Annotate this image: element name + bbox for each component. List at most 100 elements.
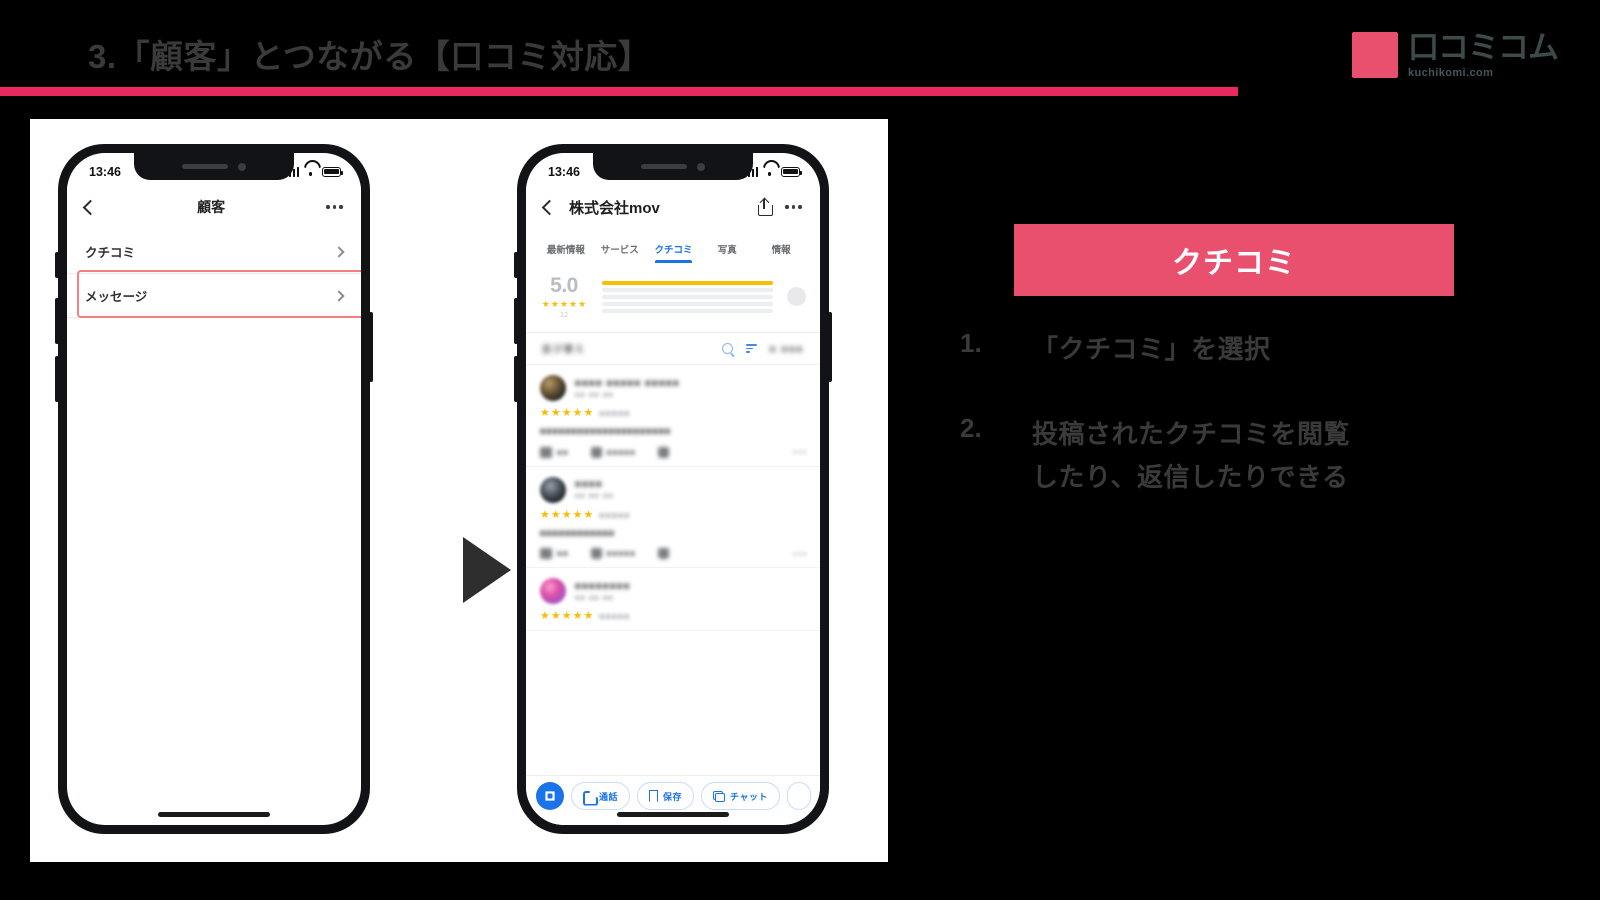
review-action-helpful[interactable]: ■■■■■ [590, 446, 636, 458]
phone-icon [583, 791, 594, 802]
status-time: 13:46 [548, 164, 580, 179]
avatar [540, 578, 566, 605]
reviewer-meta: ■■ ■■ ■■ [575, 493, 614, 501]
slide-root: 3.「顧客」とつながる【口コミ対応】 口コミコム kuchikomi.com 1… [0, 0, 1600, 900]
list-item-reviews[interactable]: クチコミ [67, 230, 361, 274]
review-action-reply[interactable]: ■■ [540, 446, 569, 458]
share-small-icon [657, 446, 669, 458]
step-text: 投稿されたクチコミを閲覧 したり、返信したりできる [1032, 418, 1351, 492]
review-date: ■■■■■ [599, 409, 631, 418]
nav-bar-left: 顧客 [67, 184, 361, 230]
tab-bar: 最新情報 サービス クチコミ 写真 情報 [526, 230, 820, 263]
review-body: ■■■■■■■■■■■■ [540, 527, 615, 538]
sort-value[interactable]: ■ ■■■ [770, 344, 804, 354]
list-item-messages[interactable]: メッセージ [67, 274, 361, 318]
nav-title: 顧客 [197, 199, 226, 215]
status-time: 13:46 [89, 164, 121, 179]
volume-up-button [514, 298, 518, 344]
review-stars-icon: ★ ★ ★ ★ ★ [540, 610, 594, 623]
back-chevron-icon[interactable] [541, 199, 558, 215]
review-action-reply[interactable]: ■■ [540, 548, 569, 560]
phone-mockup-right: 13:46 株式会社mov 最新情報 サービス クチコミ 写真 情報 5.0 ★… [514, 144, 832, 834]
section-banner: クチコミ [1014, 224, 1454, 296]
review-more-icon[interactable] [793, 450, 806, 454]
review-action-share[interactable] [657, 548, 669, 560]
chevron-right-icon [333, 289, 345, 302]
rating-distribution-chart [602, 280, 773, 313]
battery-icon [322, 166, 344, 177]
list-item-label: メッセージ [85, 290, 148, 304]
tab-photos[interactable]: 写真 [700, 242, 754, 263]
save-button[interactable]: 保存 [637, 782, 695, 810]
home-indicator [158, 812, 270, 817]
write-review-icon[interactable] [787, 287, 806, 306]
review-stars-icon: ★ ★ ★ ★ ★ [540, 508, 594, 521]
volume-up-button [55, 298, 59, 344]
share-small-icon [657, 548, 669, 560]
chevron-right-icon [333, 245, 345, 258]
call-button[interactable]: 通話 [571, 782, 631, 810]
tab-info[interactable]: 情報 [754, 242, 808, 263]
status-bar-left: 13:46 [67, 153, 361, 184]
avatar [540, 476, 566, 503]
rating-count: 12 [560, 312, 568, 319]
reviewer-name: ■■■■ ■■■■■ ■■■■■ [575, 377, 680, 389]
rating-summary: 5.0 ★ ★ ★ ★ ★ 12 [526, 263, 820, 333]
volume-down-button [55, 356, 59, 402]
power-button [369, 312, 373, 382]
more-options-icon[interactable] [326, 205, 343, 209]
more-options-icon[interactable] [785, 205, 802, 209]
reply-icon [540, 446, 552, 458]
thumbs-up-icon [590, 446, 602, 458]
reply-icon [540, 548, 552, 560]
step-number: 2. [960, 412, 982, 443]
business-name: 株式会社mov [569, 199, 660, 217]
step-number: 1. [960, 328, 982, 358]
extra-button[interactable] [786, 782, 811, 810]
step-item-1: 1. 「クチコミ」を選択 [960, 328, 1500, 371]
share-icon[interactable] [757, 197, 774, 216]
silent-switch [514, 252, 518, 278]
reviewer-name: ■■■■ [575, 479, 603, 491]
review-action-helpful[interactable]: ■■■■■ [590, 548, 636, 560]
steps-list: 1. 「クチコミ」を選択 2. 投稿されたクチコミを閲覧 したり、返信したりでき… [960, 328, 1500, 541]
signal-icon [743, 166, 758, 177]
call-label: 通話 [599, 791, 619, 802]
screenshot-card: 13:46 顧客 クチコミ メッセージ 13:46 株式会社mov 最新情報 サ… [30, 119, 888, 862]
silent-switch [55, 252, 59, 278]
reviewer-meta: ■■ ■■ ■■ [575, 594, 614, 602]
chat-label: チャット [730, 791, 768, 802]
directions-fab-icon[interactable] [536, 782, 564, 810]
banner-label: クチコミ [1172, 247, 1296, 280]
tab-reviews[interactable]: クチコミ [647, 242, 701, 263]
phone-mockup-left: 13:46 顧客 クチコミ メッセージ [55, 144, 373, 834]
review-date: ■■■■■ [599, 510, 631, 520]
review-filter-row: 並び替え ■ ■■■ [526, 333, 820, 365]
chat-button[interactable]: チャット [701, 782, 780, 810]
review-item: ■■■■ ■■■■■ ■■■■■ ■■ ■■ ■■ ★ ★ ★ ★ ★ ■■■■■ ■■… [526, 365, 820, 467]
sort-label: 並び替え [542, 344, 587, 354]
sort-icon[interactable] [745, 344, 757, 353]
review-body: ■■■■■■■■■■■■■■■■■■■■■ [540, 426, 671, 436]
volume-down-button [514, 356, 518, 402]
tab-latest[interactable]: 最新情報 [539, 242, 593, 263]
review-date: ■■■■■ [599, 612, 631, 622]
review-more-icon[interactable] [793, 552, 806, 556]
review-item: ■■■■■■■■ ■■ ■■ ■■ ★ ★ ★ ★ ★ ■■■■■ [526, 568, 820, 632]
status-bar-right: 13:46 [526, 153, 820, 184]
list-item-label: クチコミ [85, 246, 136, 260]
wifi-icon [304, 167, 317, 177]
search-icon[interactable] [721, 343, 733, 354]
thumbs-up-icon [590, 548, 602, 560]
accent-bar [0, 87, 1238, 96]
phone-left-screen: 13:46 顧客 クチコミ メッセージ [67, 153, 361, 825]
bookmark-icon [649, 790, 658, 802]
review-action-share[interactable] [657, 446, 669, 458]
wifi-icon [763, 167, 776, 177]
rating-score: 5.0 [550, 274, 578, 297]
bottom-action-bar: 通話 保存 チャット [526, 775, 820, 825]
tab-services[interactable]: サービス [593, 242, 647, 263]
logo-sub-text: kuchikomi.com [1408, 66, 1494, 79]
logo-main-text: 口コミコム [1408, 30, 1559, 65]
battery-icon [781, 166, 803, 177]
